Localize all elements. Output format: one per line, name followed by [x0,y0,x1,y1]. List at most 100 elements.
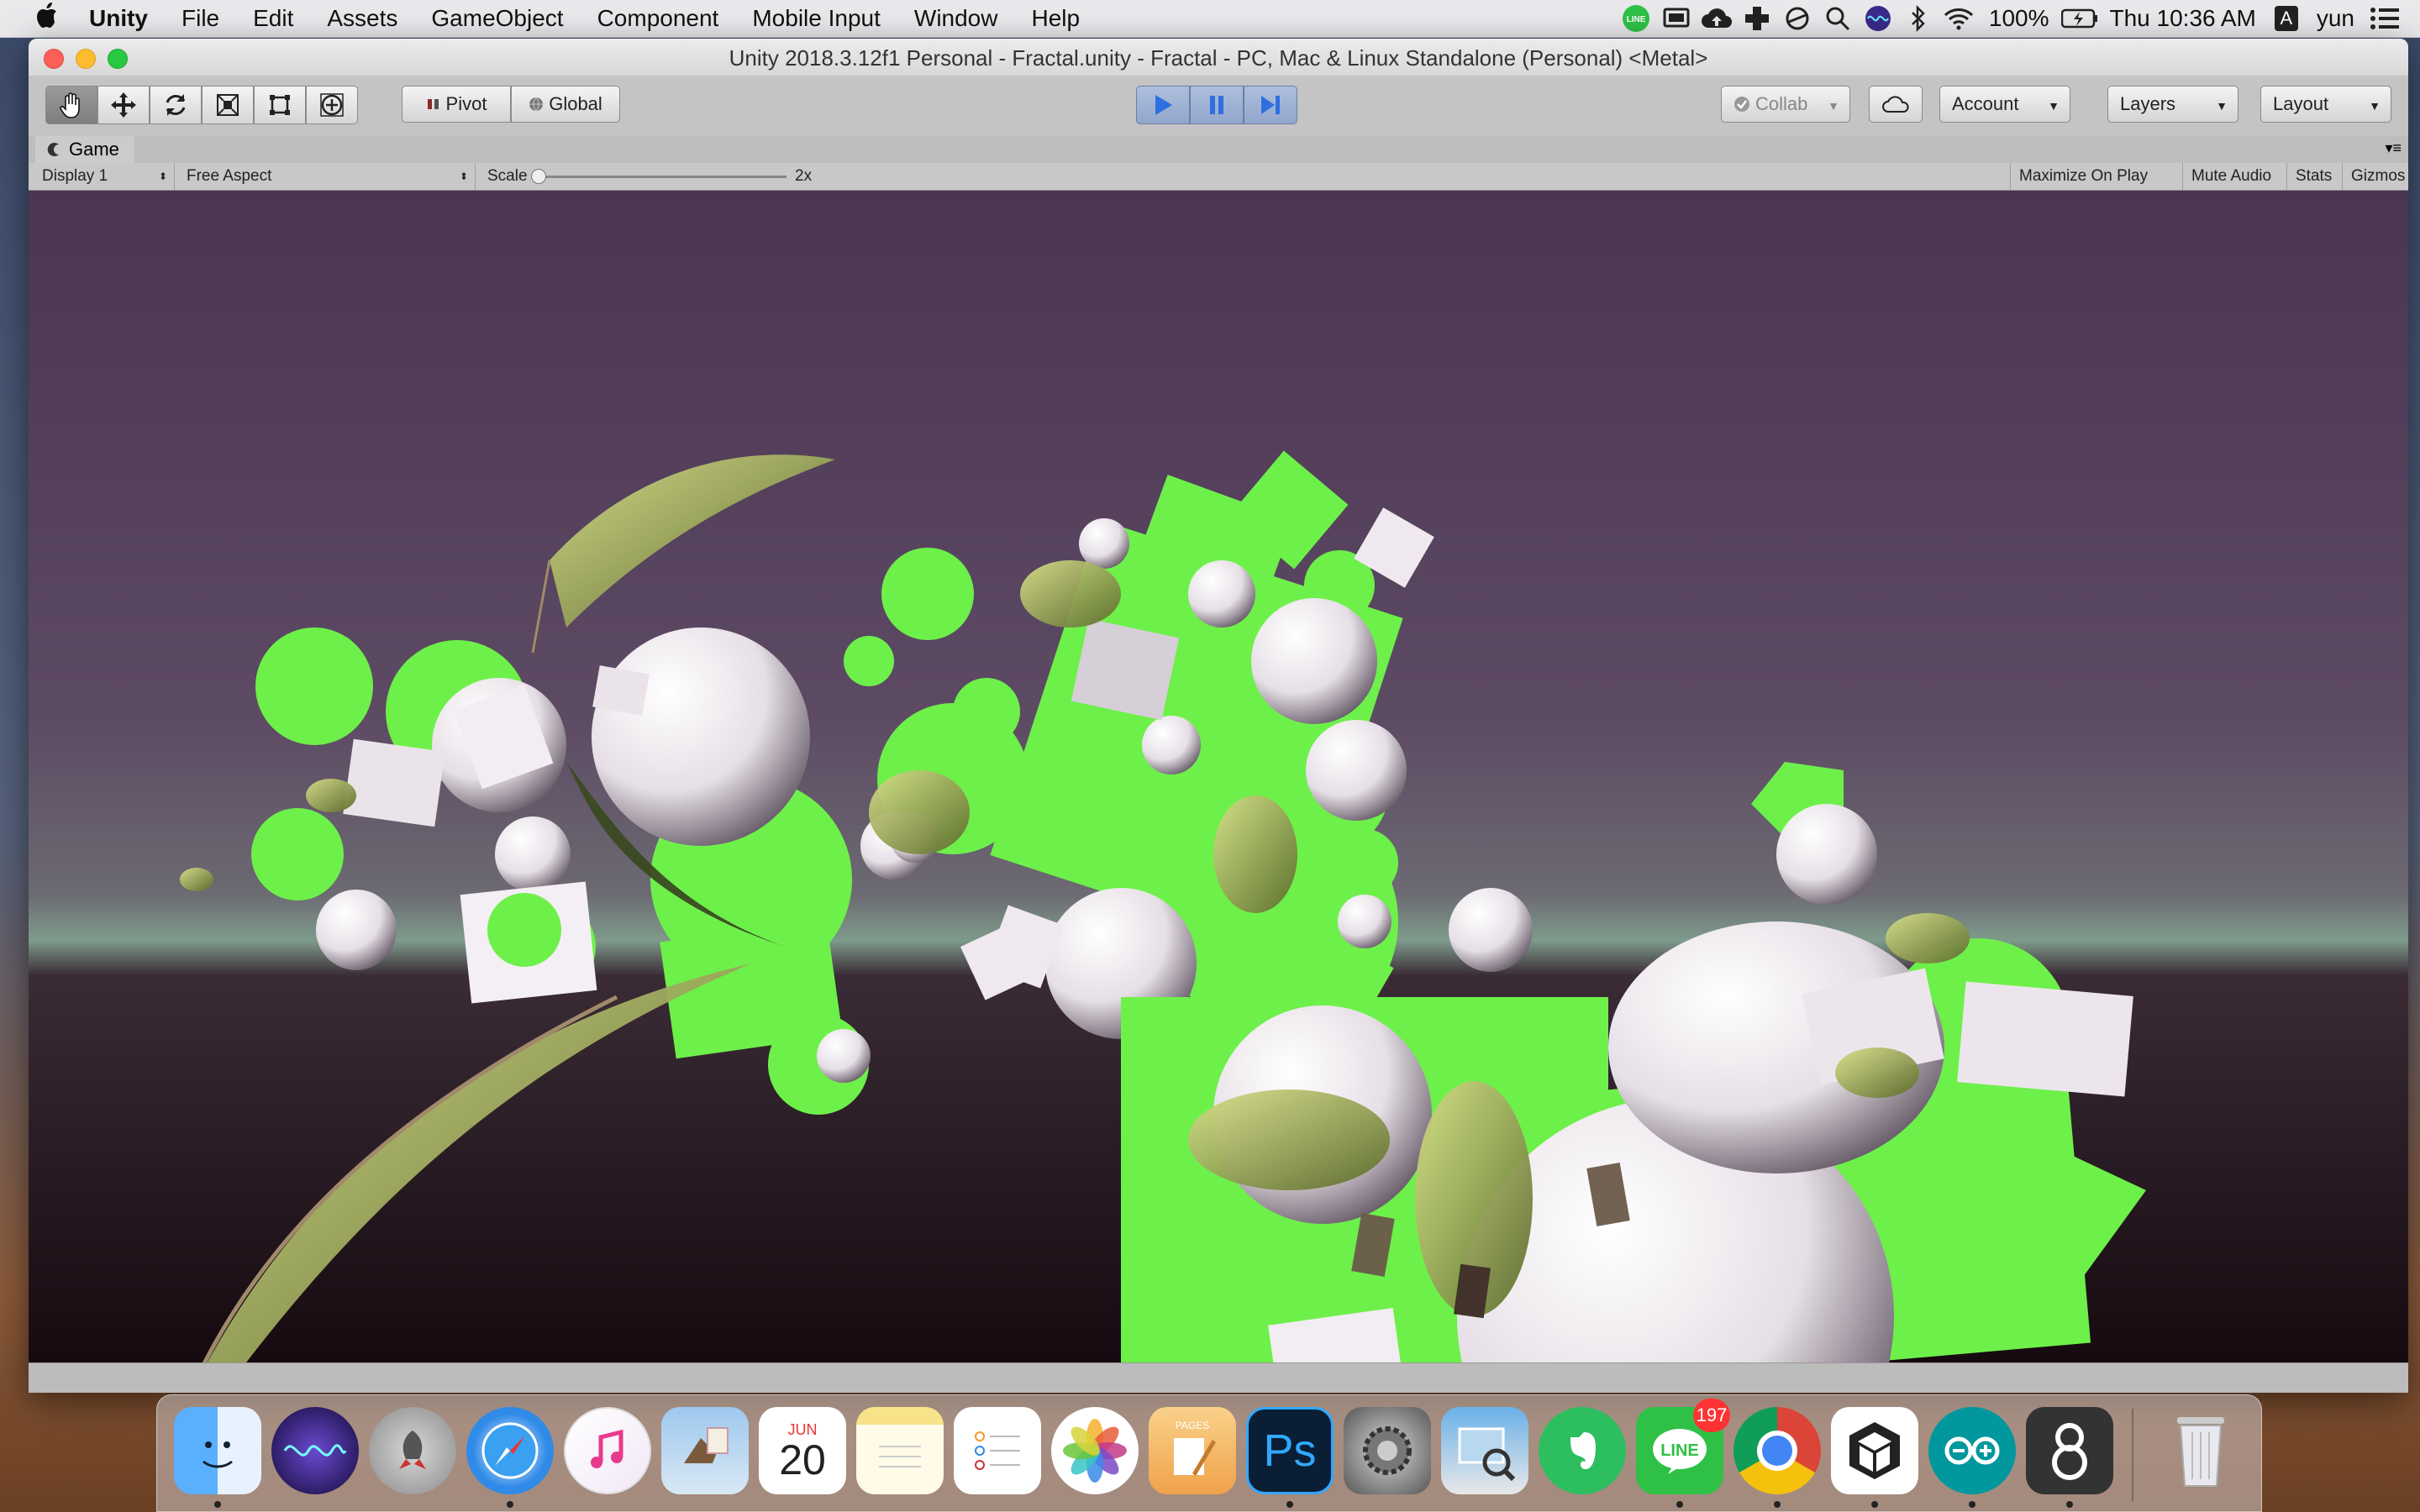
photoshop-icon[interactable]: Ps [1246,1407,1334,1494]
line-status-icon[interactable]: LINE [1618,0,1655,37]
input-source-indicator[interactable]: A [2268,0,2305,37]
tab-menu-icon[interactable]: ▾≡ [2385,139,2402,157]
collab-dropdown[interactable]: Collab ▼ [1721,86,1850,123]
system-preferences-icon[interactable] [1344,1407,1431,1494]
line-icon[interactable]: LINE 197 [1636,1399,1730,1494]
cloud-services-button[interactable] [1869,86,1923,123]
account-dropdown[interactable]: Account ▼ [1939,86,2070,123]
photos-icon[interactable] [1051,1407,1139,1494]
display-dropdown[interactable]: Display 1 ⬍ [34,163,175,190]
layers-dropdown[interactable]: Layers ▼ [2107,86,2238,123]
menubar-clock[interactable]: Thu 10:36 AM [2100,5,2266,32]
updown-arrows-icon: ⬍ [459,171,468,182]
wifi-icon[interactable] [1940,0,1977,37]
chrome-icon[interactable] [1733,1407,1821,1494]
play-button[interactable] [1136,86,1190,124]
cloud-upload-icon[interactable] [1698,0,1735,37]
maximize-on-play-toggle[interactable]: Maximize On Play [2010,163,2183,190]
menu-assets[interactable]: Assets [310,5,414,32]
global-toggle[interactable]: Global [511,86,620,123]
menu-window[interactable]: Window [897,5,1015,32]
svg-text:LINE: LINE [1660,1441,1699,1460]
layers-label: Layers [2120,93,2176,114]
bluetooth-icon[interactable] [1900,0,1937,37]
menu-mobile-input[interactable]: Mobile Input [735,5,897,32]
pivot-toggle[interactable]: Pivot [402,86,511,123]
unity-toolbar: Pivot Global Collab ▼ Account ▼ Layers ▼… [29,76,2408,137]
menu-app-unity[interactable]: Unity [72,5,165,32]
evernote-icon[interactable] [1539,1407,1626,1494]
notes-icon[interactable] [856,1407,944,1494]
scale-label: Scale [487,167,528,185]
rect-tool-button[interactable] [254,86,306,124]
arduino-running-dot [1969,1501,1975,1508]
cloud-icon [1882,96,1909,113]
scale-slider-thumb[interactable] [531,169,546,184]
layout-dropdown[interactable]: Layout ▼ [2260,86,2391,123]
battery-icon[interactable] [2060,0,2098,37]
chevron-down-icon: ▼ [1828,99,1839,113]
input-source-letter: A [2274,6,2298,31]
pages-icon[interactable]: PAGES [1149,1407,1236,1494]
hand-tool-button[interactable] [45,86,97,124]
finder-icon[interactable] [174,1407,261,1494]
pause-icon [1210,96,1223,114]
aspect-dropdown[interactable]: Free Aspect ⬍ [178,163,476,190]
mail-icon[interactable] [661,1407,749,1494]
menu-gameobject[interactable]: GameObject [414,5,580,32]
scale-tool-button[interactable] [202,86,254,124]
menu-file[interactable]: File [165,5,236,32]
calendar-icon[interactable]: JUN 20 [759,1407,846,1494]
gizmos-dropdown[interactable]: Gizmos [2343,163,2408,190]
battery-percent: 100% [1988,5,2049,31]
move-arrows-icon [111,92,136,118]
itunes-icon[interactable] [564,1407,651,1494]
pivot-label: Pivot [445,93,487,114]
screen-mirroring-icon[interactable] [1658,0,1695,37]
unity-running-dot [1871,1501,1878,1508]
sync-status-icon[interactable] [1779,0,1816,37]
window-titlebar[interactable]: Unity 2018.3.12f1 Personal - Fractal.uni… [29,39,2408,76]
eight-icon[interactable] [2026,1407,2113,1494]
trash-icon[interactable] [2157,1407,2244,1494]
account-label: Account [1952,93,2019,114]
cross-app-icon[interactable] [1739,0,1776,37]
game-tab[interactable]: Game [35,136,134,163]
menu-help[interactable]: Help [1014,5,1097,32]
photoshop-running-dot [1286,1501,1293,1508]
game-view-canvas[interactable] [29,191,2408,1362]
hand-icon [60,92,80,118]
eight-running-dot [2066,1501,2073,1508]
scale-slider-track[interactable] [536,176,786,178]
layout-label: Layout [2273,93,2329,114]
unity-icon[interactable] [1831,1407,1918,1494]
pause-button[interactable] [1190,86,1244,124]
scale-control: Scale 2x [479,163,815,190]
launchpad-icon[interactable] [369,1407,456,1494]
reminders-icon[interactable] [954,1407,1041,1494]
fractal-scene [29,191,2408,1362]
mute-audio-toggle[interactable]: Mute Audio [2183,163,2287,190]
stats-toggle[interactable]: Stats [2287,163,2343,190]
transform-tool-button[interactable] [306,86,358,124]
game-view-toolbar: Display 1 ⬍ Free Aspect ⬍ Scale 2x Maxim… [29,163,2408,191]
preview-icon[interactable] [1441,1407,1528,1494]
step-button[interactable] [1244,86,1297,124]
menu-edit[interactable]: Edit [236,5,310,32]
safari-icon[interactable] [466,1407,554,1494]
mute-label: Mute Audio [2191,167,2272,185]
spotlight-search-icon[interactable] [1819,0,1856,37]
rect-transform-icon [270,95,290,115]
menubar-user[interactable]: yun [2307,5,2365,32]
apple-icon[interactable] [22,3,72,34]
display-label: Display 1 [42,167,108,185]
siri-icon[interactable] [271,1407,359,1494]
siri-status-icon[interactable] [1860,0,1897,37]
arduino-icon[interactable] [1928,1407,2016,1494]
menu-component[interactable]: Component [581,5,736,32]
safari-running-dot [507,1501,513,1508]
rotate-tool-button[interactable] [150,86,202,124]
move-tool-button[interactable] [97,86,150,124]
dock-separator [2132,1409,2133,1501]
notification-center-icon[interactable] [2366,0,2403,37]
